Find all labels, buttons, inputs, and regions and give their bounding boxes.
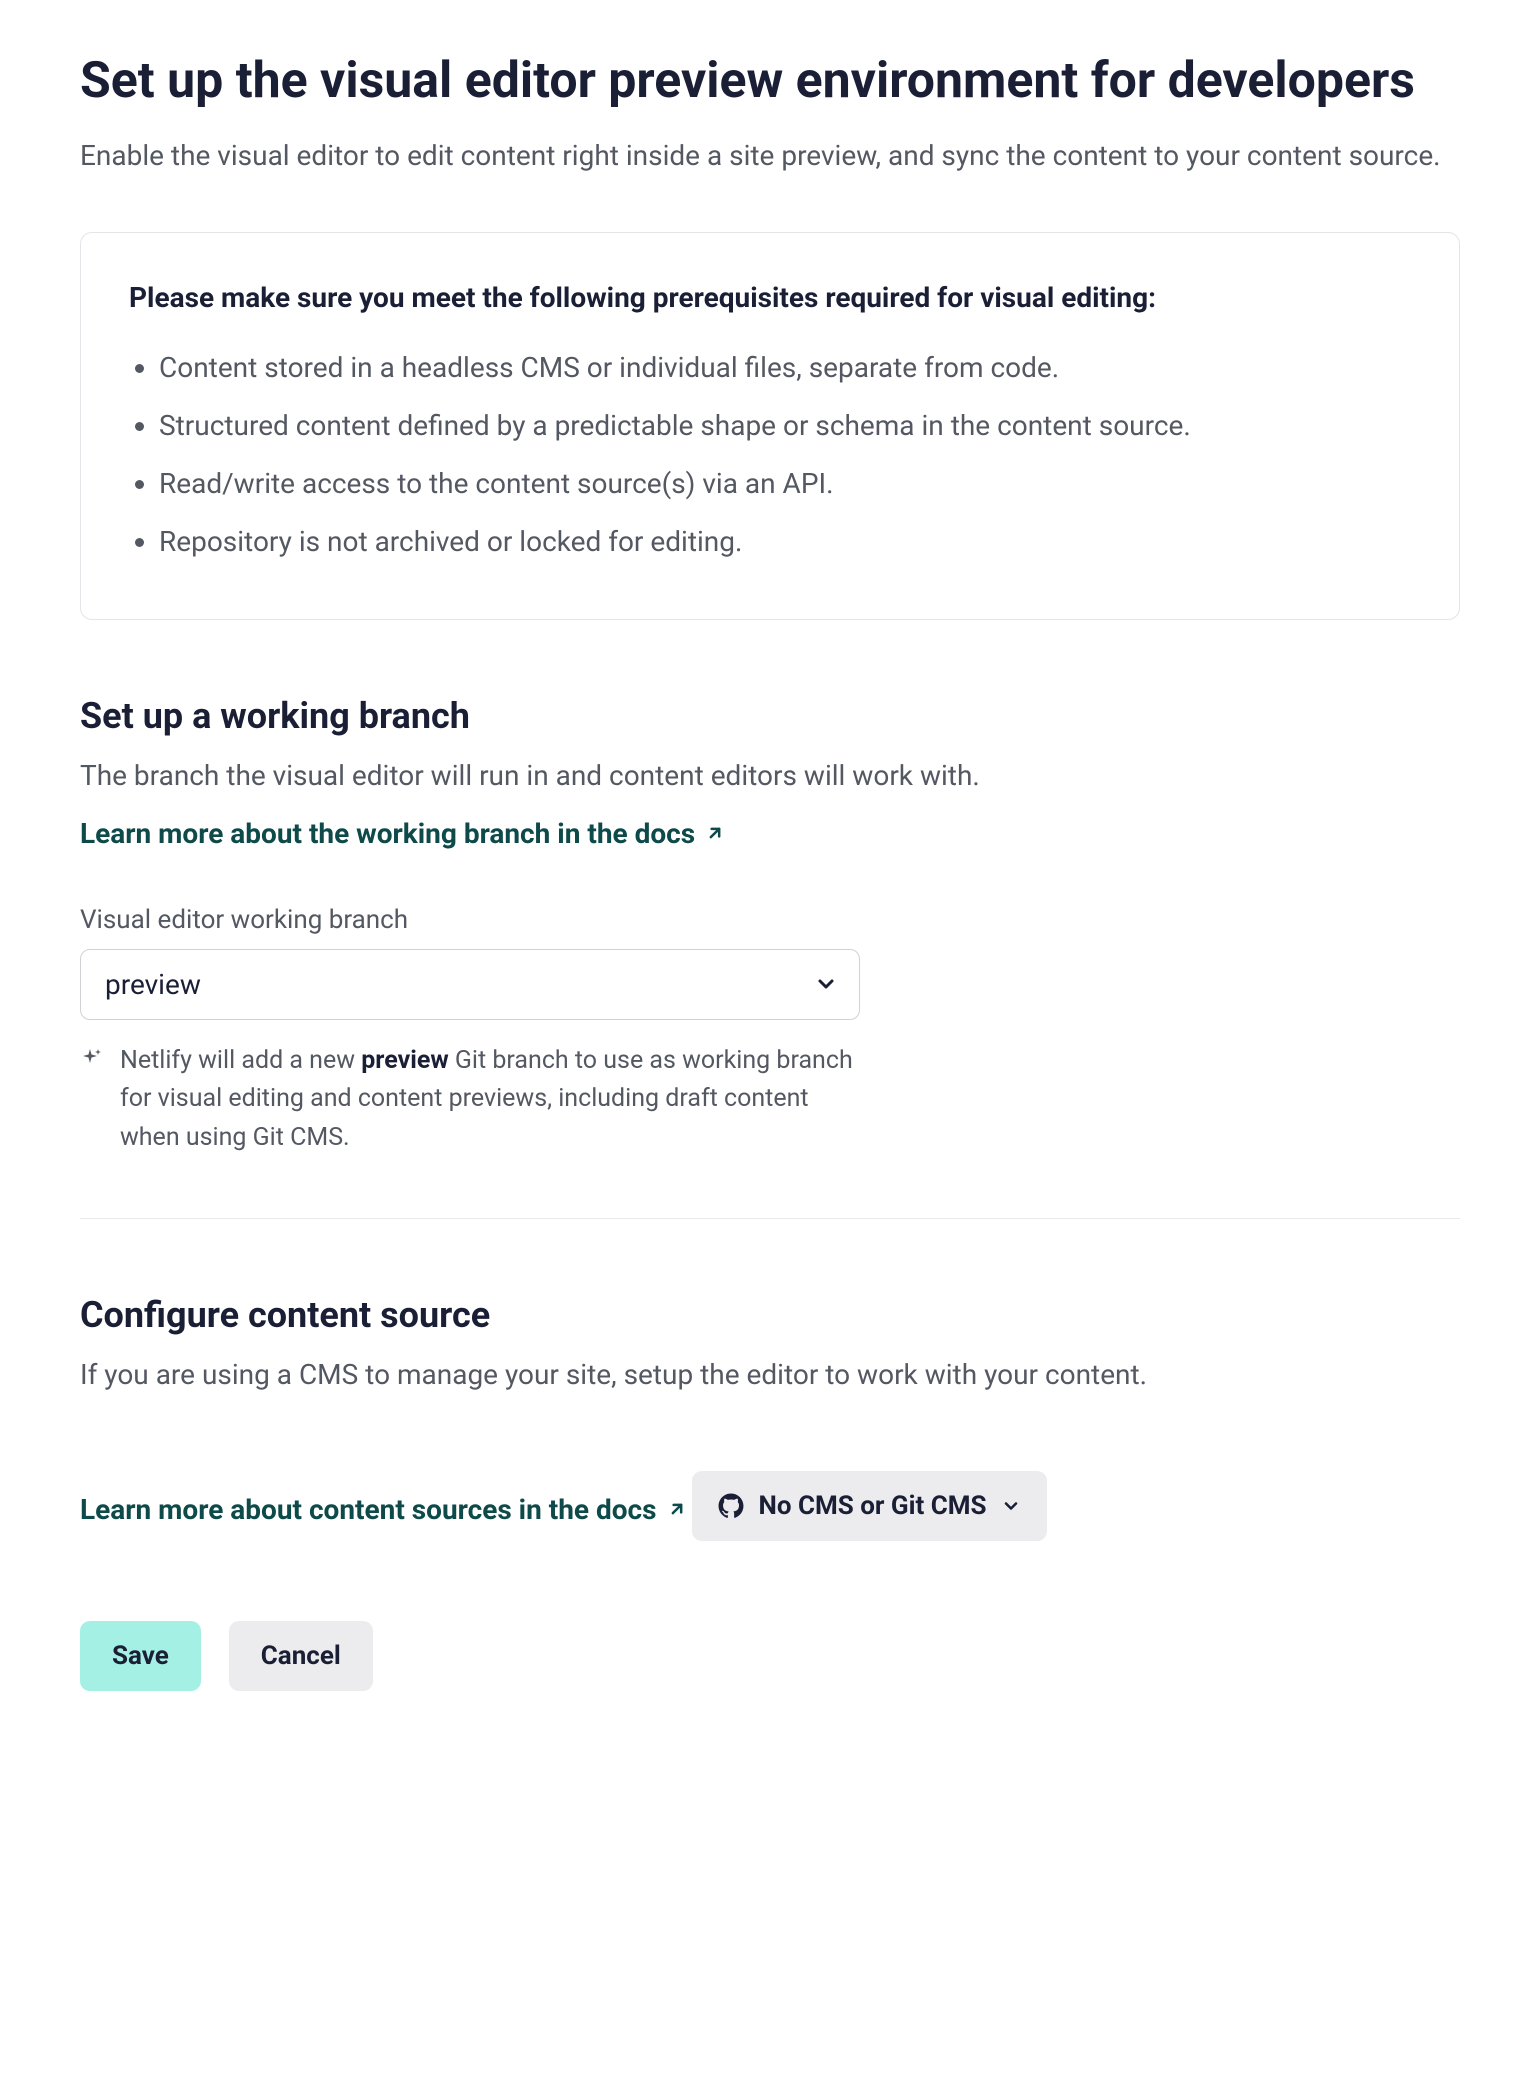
branch-docs-link-text: Learn more about the working branch in t…	[80, 817, 695, 850]
cms-select-button[interactable]: No CMS or Git CMS	[692, 1471, 1046, 1541]
branch-select-value: preview	[80, 949, 860, 1020]
action-bar: Save Cancel	[80, 1621, 1460, 1691]
external-link-icon	[705, 823, 725, 843]
page-title: Set up the visual editor preview environ…	[80, 50, 1460, 113]
branch-section-title: Set up a working branch	[80, 695, 1460, 737]
save-button[interactable]: Save	[80, 1621, 201, 1691]
prerequisites-card: Please make sure you meet the following …	[80, 232, 1460, 620]
list-item: Read/write access to the content source(…	[159, 455, 1411, 513]
section-divider	[80, 1218, 1460, 1219]
sparkle-icon	[80, 1046, 104, 1076]
external-link-icon	[667, 1499, 687, 1519]
branch-section-description: The branch the visual editor will run in…	[80, 755, 1460, 797]
branch-select[interactable]: preview	[80, 949, 860, 1020]
branch-field-label: Visual editor working branch	[80, 905, 1460, 935]
branch-section: Set up a working branch The branch the v…	[80, 695, 1460, 1158]
github-icon	[718, 1493, 744, 1519]
cms-button-label: No CMS or Git CMS	[758, 1491, 986, 1521]
cancel-button[interactable]: Cancel	[229, 1621, 373, 1691]
branch-docs-link[interactable]: Learn more about the working branch in t…	[80, 817, 725, 850]
prerequisites-list: Content stored in a headless CMS or indi…	[129, 339, 1411, 571]
prerequisites-heading: Please make sure you meet the following …	[129, 281, 1411, 314]
content-source-docs-link-text: Learn more about content sources in the …	[80, 1493, 657, 1526]
branch-helper-text: Netlify will add a new preview Git branc…	[120, 1042, 860, 1158]
content-source-title: Configure content source	[80, 1294, 1460, 1336]
content-source-docs-link[interactable]: Learn more about content sources in the …	[80, 1493, 687, 1526]
branch-helper: Netlify will add a new preview Git branc…	[80, 1042, 860, 1158]
content-source-description: If you are using a CMS to manage your si…	[80, 1354, 1460, 1396]
list-item: Structured content defined by a predicta…	[159, 397, 1411, 455]
content-source-section: Configure content source If you are usin…	[80, 1294, 1460, 1541]
chevron-down-icon	[1001, 1496, 1021, 1516]
page-subtitle: Enable the visual editor to edit content…	[80, 135, 1460, 177]
list-item: Content stored in a headless CMS or indi…	[159, 339, 1411, 397]
list-item: Repository is not archived or locked for…	[159, 513, 1411, 571]
